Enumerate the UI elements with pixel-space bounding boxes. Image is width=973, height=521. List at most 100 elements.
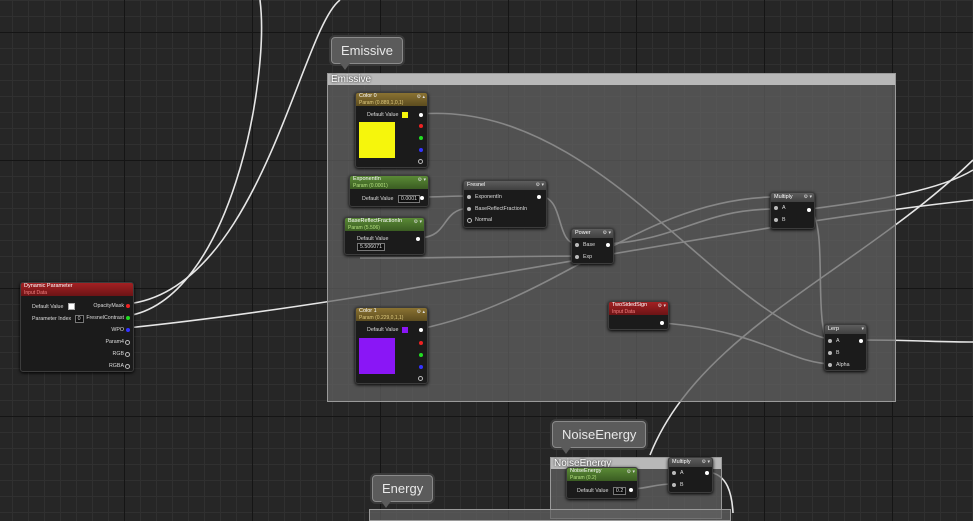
exponentin-node[interactable]: ExponentIn Param (0.0001) ⚙ ▾ Default Va… xyxy=(349,175,429,207)
fresnel-node[interactable]: Fresnel ⚙ ▾ ExponentIn BaseReflectFracti… xyxy=(463,180,547,228)
multiply-input-b: B xyxy=(782,217,786,223)
emissive-comment-bubble[interactable]: Emissive xyxy=(331,37,404,70)
rgb-pin[interactable] xyxy=(125,352,130,357)
color1-mini-swatch[interactable] xyxy=(402,327,408,333)
lerp-a-pin[interactable] xyxy=(828,339,832,343)
exponentin-output-pin[interactable] xyxy=(420,196,424,200)
collapse-icon[interactable]: ⚙ ▴ xyxy=(417,94,425,100)
color0-a-pin[interactable] xyxy=(418,159,423,164)
lerp-header: Lerp ▾ xyxy=(825,325,866,334)
power-node[interactable]: Power ⚙ ▾ Base Exp xyxy=(571,228,614,264)
power-base-pin[interactable] xyxy=(575,243,579,247)
output-wpo: WPO xyxy=(111,327,124,333)
noise-energy-output-pin[interactable] xyxy=(629,488,633,492)
wpo-pin[interactable] xyxy=(126,328,130,332)
twosidedsign-node[interactable]: TwoSidedSign Input Data ⚙ ▾ xyxy=(608,301,669,330)
color0-r-pin[interactable] xyxy=(419,124,423,128)
lerp-output-pin[interactable] xyxy=(859,339,863,343)
multiply-bottom-node[interactable]: Multiply ⚙ ▾ A B xyxy=(668,457,713,493)
fresnel-header: Fresnel ⚙ ▾ xyxy=(464,181,546,190)
wire-opacity-up xyxy=(126,0,341,305)
rgba-pin[interactable] xyxy=(125,364,130,369)
multiply-a-pin[interactable] xyxy=(774,206,778,210)
output-param4: Param4 xyxy=(105,339,124,345)
node-subtitle: Input Data xyxy=(612,309,636,315)
color0-rgb-pin[interactable] xyxy=(419,113,423,117)
default-value-label: Default Value xyxy=(357,236,389,242)
color1-r-pin[interactable] xyxy=(419,341,423,345)
fresnel-normal-pin[interactable] xyxy=(467,218,472,223)
collapse-icon[interactable]: ⚙ ▾ xyxy=(804,194,812,200)
multiply-bottom-b-pin[interactable] xyxy=(672,483,676,487)
fresnelcontrast-pin[interactable] xyxy=(126,316,130,320)
power-input-exp: Exp xyxy=(583,254,593,260)
color1-node[interactable]: Color 1 Param (0.229,0,1,1) ⚙ ▴ Default … xyxy=(355,307,428,384)
lerp-input-alpha: Alpha xyxy=(836,362,850,368)
collapse-icon[interactable]: ⚙ ▴ xyxy=(417,309,425,315)
fresnel-exponent-pin[interactable] xyxy=(467,195,471,199)
power-output-pin[interactable] xyxy=(606,243,610,247)
multiply-bottom-a-pin[interactable] xyxy=(672,471,676,475)
opacitymask-pin[interactable] xyxy=(126,304,130,308)
collapse-icon[interactable]: ⚙ ▾ xyxy=(702,459,710,465)
color0-mini-swatch[interactable] xyxy=(402,112,408,118)
noise-energy-node[interactable]: NoiseEnergy Param (0.2) ⚙ ▾ Default Valu… xyxy=(566,467,638,499)
basereflect-node[interactable]: BaseReflectFractionIn Param (5.506) ⚙ ▾ … xyxy=(344,217,425,255)
node-title: BaseReflectFractionIn xyxy=(348,218,403,224)
multiply-b-pin[interactable] xyxy=(774,218,778,222)
basereflect-value-input[interactable]: 5.506071 xyxy=(357,243,386,251)
lerp-alpha-pin[interactable] xyxy=(828,363,832,367)
collapse-icon[interactable]: ⚙ ▾ xyxy=(603,230,611,236)
node-subtitle: Param (0.2) xyxy=(570,475,597,481)
default-value-label: Default Value xyxy=(32,303,64,310)
noise-energy-comment-bubble[interactable]: NoiseEnergy xyxy=(552,421,647,454)
color0-b-pin[interactable] xyxy=(419,148,423,152)
param4-pin[interactable] xyxy=(125,340,130,345)
fresnel-input-normal: Normal xyxy=(475,217,493,223)
color1-b-pin[interactable] xyxy=(419,365,423,369)
collapse-icon[interactable]: ⚙ ▾ xyxy=(536,182,544,188)
collapse-icon[interactable]: ⚙ ▾ xyxy=(658,303,666,309)
fresnel-input-exponent: ExponentIn xyxy=(475,194,502,200)
fresnel-output-pin[interactable] xyxy=(537,195,541,199)
energy-comment-box[interactable] xyxy=(369,509,731,521)
emissive-comment-title: Emissive xyxy=(328,74,895,85)
color0-node[interactable]: Color 0 Param (0.889,1,0,1) ⚙ ▴ Default … xyxy=(355,92,428,168)
lerp-node[interactable]: Lerp ▾ A B Alpha xyxy=(824,324,867,371)
basereflect-output-pin[interactable] xyxy=(416,237,420,241)
dynamic-parameter-node[interactable]: Dynamic Parameter Input Data Default Val… xyxy=(20,282,134,372)
color1-rgb-pin[interactable] xyxy=(419,328,423,332)
color0-g-pin[interactable] xyxy=(419,136,423,140)
parameter-index-input[interactable]: 0 xyxy=(74,315,84,323)
color1-a-pin[interactable] xyxy=(418,376,423,381)
lerp-b-pin[interactable] xyxy=(828,351,832,355)
power-exp-pin[interactable] xyxy=(575,255,579,259)
multiply-bottom-input-a: A xyxy=(680,470,684,476)
multiply-bottom-output-pin[interactable] xyxy=(705,471,709,475)
energy-comment-bubble[interactable]: Energy xyxy=(372,475,434,508)
collapse-icon[interactable]: ▾ xyxy=(861,326,864,332)
collapse-icon[interactable]: ⚙ ▾ xyxy=(414,219,422,225)
color0-header: Color 0 Param (0.889,1,0,1) ⚙ ▴ xyxy=(356,93,427,106)
multiply-header: Multiply ⚙ ▾ xyxy=(771,193,814,202)
exponentin-value-input[interactable]: 0.0001 xyxy=(397,195,421,203)
collapse-icon[interactable]: ⚙ ▾ xyxy=(627,469,635,475)
default-value-row: Default Value xyxy=(32,303,75,310)
multiply-node[interactable]: Multiply ⚙ ▾ A B xyxy=(770,192,815,229)
power-header: Power ⚙ ▾ xyxy=(572,229,613,238)
color1-g-pin[interactable] xyxy=(419,353,423,357)
color1-header: Color 1 Param (0.229,0,1,1) ⚙ ▴ xyxy=(356,308,427,321)
multiply-output-pin[interactable] xyxy=(807,208,811,212)
collapse-icon[interactable]: ⚙ ▾ xyxy=(418,177,426,183)
exponentin-header: ExponentIn Param (0.0001) ⚙ ▾ xyxy=(350,176,428,189)
noise-energy-value-input[interactable]: 0.2 xyxy=(612,487,627,495)
color0-preview xyxy=(359,122,395,158)
output-rgba: RGBA xyxy=(108,363,124,369)
default-value-checkbox[interactable] xyxy=(67,303,75,310)
fresnel-basereflect-pin[interactable] xyxy=(467,207,471,211)
node-title: Dynamic Parameter xyxy=(24,283,73,289)
twosidedsign-output-pin[interactable] xyxy=(660,321,664,325)
multiply-bottom-header: Multiply ⚙ ▾ xyxy=(669,458,712,467)
wire-fresnel-up xyxy=(126,0,263,317)
node-subtitle: Param (0.229,0,1,1) xyxy=(359,315,404,321)
